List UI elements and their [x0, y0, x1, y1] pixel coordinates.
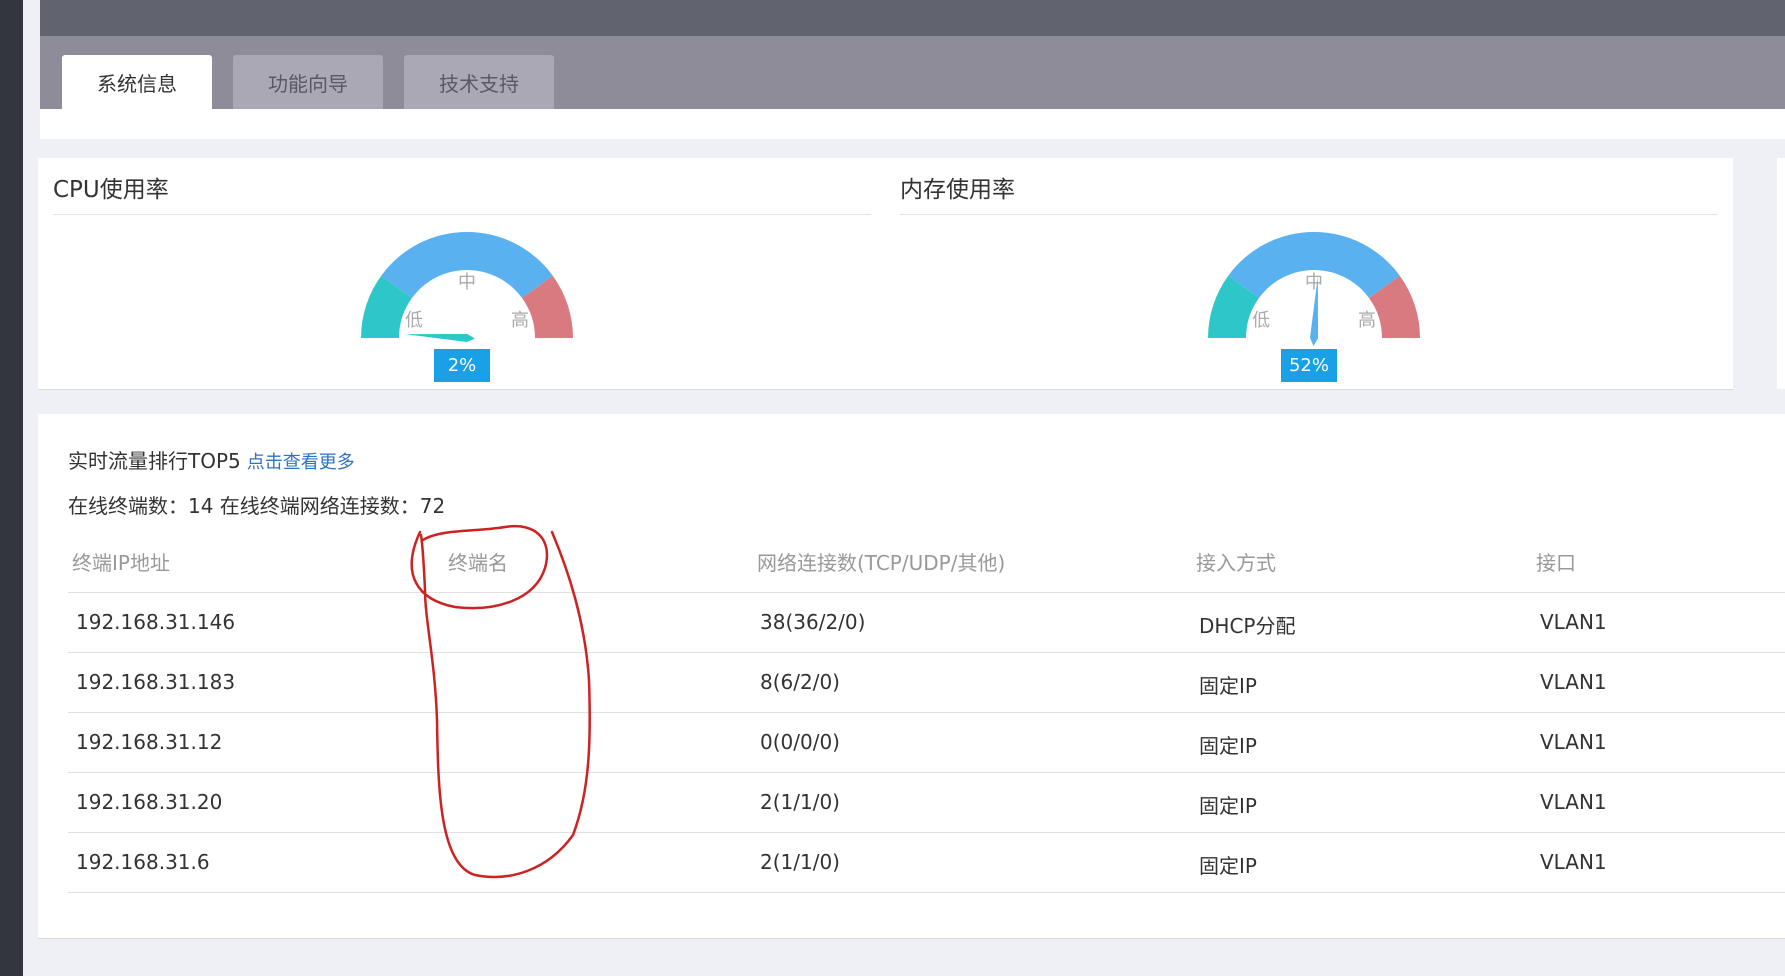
- gauge-label-mid: 中: [1305, 272, 1323, 293]
- cell-access-method: 固定IP: [1199, 794, 1257, 818]
- cell-connections: 0(0/0/0): [760, 730, 840, 754]
- col-ip: 终端IP地址: [72, 551, 170, 575]
- tab-system-info[interactable]: 系统信息: [62, 55, 212, 109]
- memory-panel-title: 内存使用率: [900, 177, 1015, 203]
- traffic-title-text: 实时流量排行TOP5: [68, 449, 241, 473]
- top-header-bar: [40, 0, 1785, 36]
- gauge-needle: [405, 334, 475, 342]
- table-row: 192.168.31.183 8(6/2/0) 固定IP VLAN1: [68, 653, 1785, 713]
- table-header: 终端IP地址 终端名 网络连接数(TCP/UDP/其他) 接入方式 接口: [68, 527, 1785, 593]
- memory-panel-divider: [900, 214, 1718, 215]
- cell-access-method: 固定IP: [1199, 734, 1257, 758]
- cell-connections: 8(6/2/0): [760, 670, 840, 694]
- cell-interface: VLAN1: [1540, 610, 1607, 634]
- tab-function-guide[interactable]: 功能向导: [233, 55, 383, 109]
- traffic-top5-card: 实时流量排行TOP5 点击查看更多 在线终端数：14 在线终端网络连接数：72 终…: [38, 414, 1785, 939]
- memory-gauge: 低 中高: [1208, 232, 1420, 346]
- gauge-label-mid: 中: [458, 272, 476, 293]
- cell-ip: 192.168.31.20: [76, 790, 223, 814]
- cell-access-method: DHCP分配: [1199, 614, 1296, 638]
- cell-interface: VLAN1: [1540, 850, 1607, 874]
- tab-tech-support[interactable]: 技术支持: [404, 55, 554, 109]
- cell-ip: 192.168.31.183: [76, 670, 236, 694]
- online-summary: 在线终端数：14 在线终端网络连接数：72: [68, 494, 446, 518]
- traffic-title: 实时流量排行TOP5 点击查看更多: [68, 445, 355, 474]
- cell-connections: 2(1/1/0): [760, 790, 840, 814]
- tab-bar: 系统信息 功能向导 技术支持: [40, 36, 1785, 109]
- table-row: 192.168.31.20 2(1/1/0) 固定IP VLAN1: [68, 773, 1785, 833]
- col-connections: 网络连接数(TCP/UDP/其他): [757, 551, 1006, 575]
- col-name: 终端名: [448, 551, 508, 575]
- cell-access-method: 固定IP: [1199, 674, 1257, 698]
- tab-label: 技术支持: [439, 71, 519, 96]
- cpu-gauge: 低 中高: [361, 232, 573, 342]
- left-sidebar-strip: [0, 0, 23, 976]
- view-more-link[interactable]: 点击查看更多: [247, 452, 355, 473]
- right-card-edge: [1777, 158, 1785, 389]
- tab-label: 系统信息: [97, 71, 177, 96]
- table-row: 192.168.31.12 0(0/0/0) 固定IP VLAN1: [68, 713, 1785, 773]
- col-access-method: 接入方式: [1196, 551, 1276, 575]
- cell-connections: 2(1/1/0): [760, 850, 840, 874]
- cpu-value-badge: 2%: [434, 349, 490, 382]
- cpu-panel-title: CPU使用率: [53, 177, 169, 203]
- cell-ip: 192.168.31.146: [76, 610, 236, 634]
- memory-value-badge: 52%: [1281, 349, 1337, 382]
- gauge-label-high: 高: [511, 310, 529, 331]
- table-row: 192.168.31.146 38(36/2/0) DHCP分配 VLAN1: [68, 593, 1785, 653]
- gauge-label-low: 低: [1252, 310, 1270, 331]
- gauge-label-high: 高: [1358, 310, 1376, 331]
- col-interface: 接口: [1536, 551, 1576, 575]
- traffic-table: 终端IP地址 终端名 网络连接数(TCP/UDP/其他) 接入方式 接口 192…: [68, 527, 1785, 893]
- cpu-panel-divider: [53, 214, 871, 215]
- cell-interface: VLAN1: [1540, 730, 1607, 754]
- cell-access-method: 固定IP: [1199, 854, 1257, 878]
- usage-gauges-card: CPU使用率 低 中高 2% 内存使用率 低 中高 52%: [38, 158, 1733, 390]
- cell-ip: 192.168.31.12: [76, 730, 223, 754]
- cell-ip: 192.168.31.6: [76, 850, 210, 874]
- tab-label: 功能向导: [268, 71, 348, 96]
- cell-connections: 38(36/2/0): [760, 610, 866, 634]
- cell-interface: VLAN1: [1540, 790, 1607, 814]
- gauge-label-low: 低: [405, 310, 423, 331]
- tab-content-band: [40, 109, 1785, 139]
- cell-interface: VLAN1: [1540, 670, 1607, 694]
- table-row: 192.168.31.6 2(1/1/0) 固定IP VLAN1: [68, 833, 1785, 893]
